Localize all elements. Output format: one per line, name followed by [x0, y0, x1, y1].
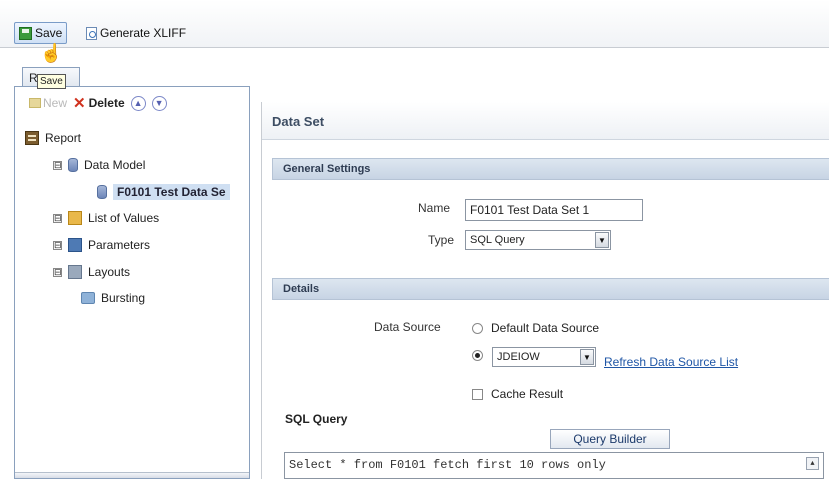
data-set-title: Data Set: [262, 102, 829, 140]
tree-toolbar: New ✕ Delete ▲ ▼: [15, 87, 249, 119]
move-down-icon[interactable]: ▼: [151, 95, 167, 111]
cache-result-option[interactable]: Cache Result: [472, 387, 563, 401]
save-tooltip: Save: [37, 74, 66, 89]
dropdown-arrow-icon[interactable]: ▼: [595, 232, 609, 248]
default-data-source-radio[interactable]: [472, 322, 483, 334]
new-button[interactable]: New: [29, 96, 67, 110]
tree-label-parameters: Parameters: [88, 238, 151, 252]
dataset-icon: [97, 185, 107, 199]
left-panel-scrollbar[interactable]: [15, 472, 249, 478]
name-field[interactable]: [465, 199, 643, 221]
save-icon: [19, 26, 32, 40]
delete-label: Delete: [88, 96, 125, 110]
sql-query-textarea[interactable]: Select * from F0101 fetch first 10 rows …: [284, 452, 824, 479]
parameters-icon: [68, 238, 82, 252]
collapse-icon[interactable]: ⊟: [53, 267, 62, 277]
report-icon: [25, 131, 39, 145]
collapse-icon[interactable]: ⊟: [53, 160, 62, 170]
tree-label-bursting: Bursting: [101, 291, 146, 305]
generate-xliff-button[interactable]: Generate XLIFF: [82, 22, 190, 44]
delete-x-icon: ✕: [73, 95, 86, 112]
list-of-values-icon: [68, 211, 82, 225]
sql-query-title: SQL Query: [285, 412, 348, 426]
xliff-document-icon: [86, 26, 97, 40]
cache-result-checkbox[interactable]: [472, 388, 483, 400]
tree-label-layouts: Layouts: [88, 265, 131, 279]
default-data-source-label: Default Data Source: [491, 321, 600, 335]
details-header: Details: [272, 278, 829, 300]
refresh-data-source-link[interactable]: Refresh Data Source List: [604, 355, 738, 369]
tree-node-report[interactable]: Report: [25, 131, 81, 145]
generate-xliff-label: Generate XLIFF: [100, 26, 187, 40]
scroll-up-arrow-icon[interactable]: ▲: [806, 457, 819, 470]
save-button[interactable]: Save: [14, 22, 68, 44]
tree-node-parameters[interactable]: ⊟ Parameters: [53, 238, 150, 252]
query-builder-button[interactable]: Query Builder: [550, 429, 670, 449]
bursting-icon: [81, 292, 95, 304]
selected-data-source-option[interactable]: [472, 350, 483, 361]
layouts-icon: [68, 265, 82, 279]
name-label: Name: [418, 201, 451, 215]
type-label: Type: [428, 233, 455, 247]
collapse-icon[interactable]: ⊟: [53, 240, 62, 250]
dropdown-arrow-icon[interactable]: ▼: [580, 349, 594, 365]
tree-node-bursting[interactable]: Bursting: [81, 291, 145, 305]
selected-data-source-radio[interactable]: [472, 350, 483, 361]
data-source-label: Data Source: [374, 320, 441, 334]
top-toolbar: Save Generate XLIFF: [0, 0, 829, 48]
cache-result-label: Cache Result: [491, 387, 564, 401]
new-label: New: [43, 96, 68, 110]
tree-node-layouts[interactable]: ⊟ Layouts: [53, 265, 130, 279]
tree-node-data-model[interactable]: ⊟ Data Model: [53, 158, 145, 172]
data-source-select[interactable]: JDEIOW ▼: [492, 347, 596, 367]
type-select[interactable]: SQL Query ▼: [465, 230, 611, 250]
database-icon: [68, 158, 78, 172]
data-source-select-value: JDEIOW: [497, 351, 540, 363]
collapse-icon[interactable]: ⊟: [53, 213, 62, 223]
hand-pointer-icon: ☝: [40, 43, 63, 63]
tree-node-dataset[interactable]: F0101 Test Data Se: [97, 184, 230, 200]
move-up-icon[interactable]: ▲: [130, 95, 146, 111]
type-select-value: SQL Query: [470, 234, 525, 246]
tree-label-list-of-values: List of Values: [88, 211, 160, 225]
tree-node-list-of-values[interactable]: ⊟ List of Values: [53, 211, 159, 225]
tree-label-dataset: F0101 Test Data Se: [113, 184, 230, 200]
tree-label-data-model: Data Model: [84, 158, 146, 172]
default-data-source-option[interactable]: Default Data Source: [472, 321, 599, 335]
delete-button[interactable]: ✕ Delete: [73, 94, 125, 112]
tree-label-report: Report: [45, 131, 82, 145]
new-icon: [29, 98, 41, 108]
sql-query-text: Select * from F0101 fetch first 10 rows …: [289, 458, 606, 472]
general-settings-header: General Settings: [272, 158, 829, 180]
save-label: Save: [35, 26, 63, 40]
left-tree-panel: New ✕ Delete ▲ ▼ Report ⊟ Data Model F01…: [14, 86, 250, 479]
